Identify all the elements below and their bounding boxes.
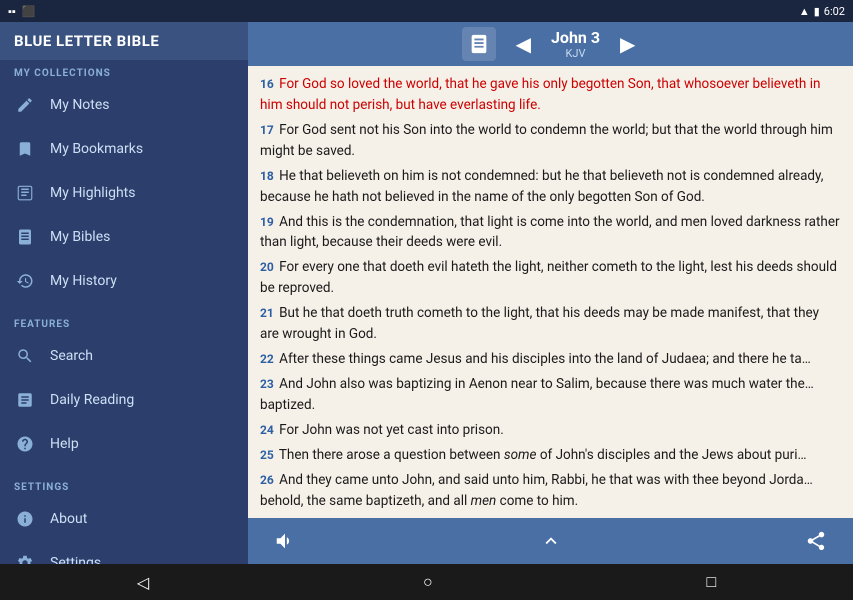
- main-area: BLUE LETTER BIBLE MY COLLECTIONS My Note…: [0, 22, 853, 564]
- app-title: BLUE LETTER BIBLE: [0, 22, 248, 60]
- notification-icon: ⬛: [22, 5, 36, 18]
- scroll-up-button[interactable]: [534, 524, 568, 558]
- sidebar-item-label: My Bibles: [50, 229, 110, 245]
- about-icon: [14, 508, 36, 530]
- sidebar-item-help[interactable]: Help: [0, 422, 248, 466]
- bookmarks-icon: [14, 138, 36, 160]
- verse-18: 18 He that believeth on him is not conde…: [260, 166, 841, 208]
- content-area: ◀ John 3 KJV ▶ 16 For God so loved the w…: [248, 22, 853, 564]
- bottom-toolbar: [248, 518, 853, 564]
- verse-25: 25 Then there arose a question between s…: [260, 445, 841, 466]
- verse-num: 26: [260, 473, 274, 487]
- highlights-icon: [14, 182, 36, 204]
- sidebar-item-my-history[interactable]: My History: [0, 259, 248, 303]
- sidebar-item-settings[interactable]: Settings: [0, 541, 248, 564]
- sidebar-item-my-bookmarks[interactable]: My Bookmarks: [0, 127, 248, 171]
- verse-22: 22 After these things came Jesus and his…: [260, 349, 841, 370]
- prev-chapter-button[interactable]: ◀: [512, 28, 535, 60]
- verse-24: 24 For John was not yet cast into prison…: [260, 420, 841, 441]
- verse-text: After these things came Jesus and his di…: [279, 351, 811, 367]
- sidebar-item-daily-reading[interactable]: Daily Reading: [0, 378, 248, 422]
- book-version: KJV: [551, 47, 600, 60]
- verse-text: And this is the condemnation, that light…: [260, 214, 840, 251]
- verse-17: 17 For God sent not his Son into the wor…: [260, 120, 841, 162]
- verse-19: 19 And this is the condemnation, that li…: [260, 212, 841, 254]
- sidebar-item-label: Daily Reading: [50, 392, 134, 408]
- verse-num: 24: [260, 423, 274, 437]
- sidebar-item-my-highlights[interactable]: My Highlights: [0, 171, 248, 215]
- book-title: John 3: [551, 28, 600, 47]
- verse-num: 19: [260, 215, 274, 229]
- sidebar-item-label: My History: [50, 273, 117, 289]
- sidebar-item-my-bibles[interactable]: My Bibles: [0, 215, 248, 259]
- history-icon: [14, 270, 36, 292]
- bible-text[interactable]: 16 For God so loved the world, that he g…: [248, 66, 853, 518]
- verse-num: 25: [260, 448, 274, 462]
- sidebar-item-label: My Bookmarks: [50, 141, 143, 157]
- next-chapter-button[interactable]: ▶: [616, 28, 639, 60]
- sidebar-item-label: My Highlights: [50, 185, 135, 201]
- verse-num: 17: [260, 123, 274, 137]
- recent-apps-button[interactable]: □: [706, 572, 716, 592]
- verse-text: Then there arose a question between some…: [279, 447, 807, 463]
- verse-num: 22: [260, 352, 274, 366]
- verse-23: 23 And John also was baptizing in Aenon …: [260, 374, 841, 416]
- share-button[interactable]: [799, 524, 833, 558]
- bibles-icon: [14, 226, 36, 248]
- sidebar-item-label: About: [50, 511, 87, 527]
- back-button[interactable]: ◁: [137, 573, 149, 592]
- status-bar: ▪▪ ⬛ ▲ ▮ 6:02: [0, 0, 853, 22]
- sidebar-item-search[interactable]: Search: [0, 334, 248, 378]
- speaker-button[interactable]: [268, 524, 302, 558]
- book-icon: [462, 27, 496, 61]
- verse-num: 18: [260, 169, 274, 183]
- status-left-icons: ▪▪ ⬛: [8, 5, 36, 18]
- notes-icon: [14, 94, 36, 116]
- verse-21: 21 But he that doeth truth cometh to the…: [260, 303, 841, 345]
- verse-16: 16 For God so loved the world, that he g…: [260, 74, 841, 116]
- verse-text: He that believeth on him is not condemne…: [260, 168, 823, 205]
- sidebar-item-about[interactable]: About: [0, 497, 248, 541]
- wifi-icon: ▪▪: [8, 5, 16, 18]
- signal-icon: ▲: [799, 5, 810, 18]
- sidebar: BLUE LETTER BIBLE MY COLLECTIONS My Note…: [0, 22, 248, 564]
- verse-text: For God so loved the world, that he gave…: [260, 76, 820, 113]
- verse-26: 26 And they came unto John, and said unt…: [260, 470, 841, 512]
- section-header-settings: SETTINGS: [0, 474, 248, 497]
- verse-num: 16: [260, 77, 274, 91]
- search-icon: [14, 345, 36, 367]
- section-header-features: FEATURES: [0, 311, 248, 334]
- sidebar-item-my-notes[interactable]: My Notes: [0, 83, 248, 127]
- verse-text: And John also was baptizing in Aenon nea…: [260, 376, 814, 413]
- section-header-collections: MY COLLECTIONS: [0, 60, 248, 83]
- verse-text: But he that doeth truth cometh to the li…: [260, 305, 819, 342]
- top-nav: ◀ John 3 KJV ▶: [248, 22, 853, 66]
- verse-num: 23: [260, 377, 274, 391]
- sidebar-item-label: My Notes: [50, 97, 110, 113]
- daily-reading-icon: [14, 389, 36, 411]
- time-display: 6:02: [824, 5, 845, 18]
- verse-num: 21: [260, 306, 274, 320]
- sidebar-item-label: Search: [50, 348, 93, 364]
- status-right-icons: ▲ ▮ 6:02: [799, 5, 845, 18]
- verse-text: For John was not yet cast into prison.: [279, 422, 504, 438]
- home-button[interactable]: ○: [423, 572, 433, 592]
- verse-text: For God sent not his Son into the world …: [260, 122, 833, 159]
- settings-icon: [14, 552, 36, 564]
- android-nav: ◁ ○ □: [0, 564, 853, 600]
- battery-icon: ▮: [814, 5, 820, 18]
- verse-text: And they came unto John, and said unto h…: [260, 472, 813, 509]
- sidebar-item-label: Help: [50, 436, 79, 452]
- sidebar-item-label: Settings: [50, 555, 101, 564]
- verse-num: 20: [260, 260, 274, 274]
- help-icon: [14, 433, 36, 455]
- verse-20: 20 For every one that doeth evil hateth …: [260, 257, 841, 299]
- chapter-title-block: John 3 KJV: [551, 28, 600, 60]
- verse-text: For every one that doeth evil hateth the…: [260, 259, 837, 296]
